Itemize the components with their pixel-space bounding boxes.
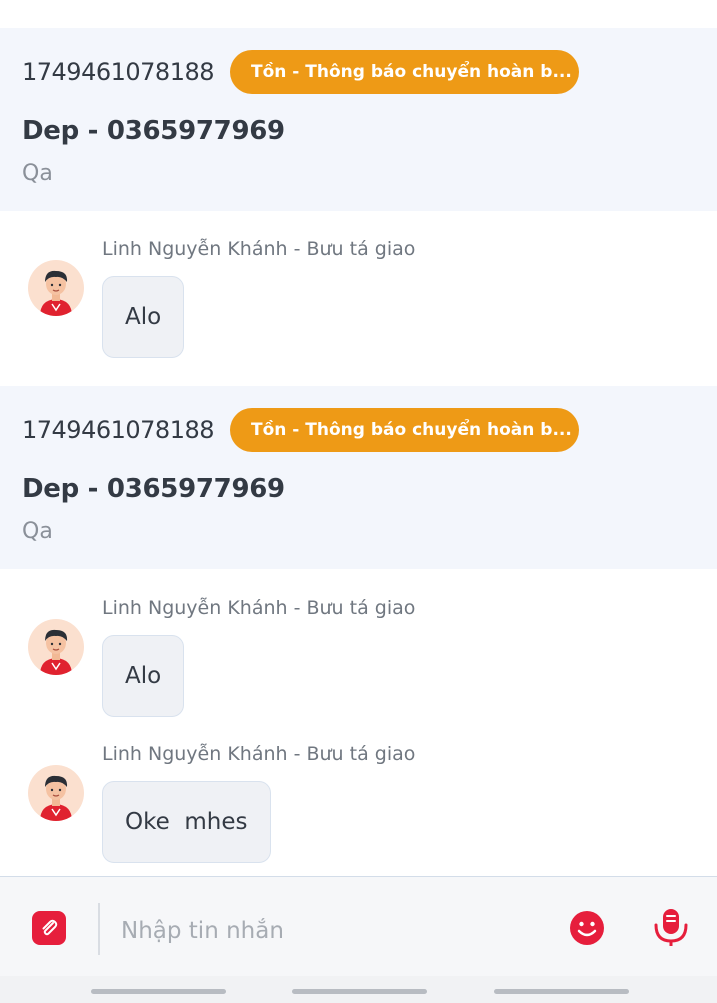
message-composer bbox=[0, 876, 717, 976]
order-header: 1749461078188 Tồn - Thông báo chuyển hoà… bbox=[22, 408, 580, 452]
order-card[interactable]: 1749461078188 Tồn - Thông báo chuyển hoà… bbox=[0, 28, 717, 211]
order-status-badge: Tồn - Thông báo chuyển hoàn b... bbox=[230, 408, 580, 452]
postman-avatar-icon bbox=[40, 629, 72, 675]
attachment-icon bbox=[42, 919, 58, 936]
composer-divider bbox=[98, 903, 100, 955]
system-nav-bar bbox=[0, 976, 717, 1003]
voice-button[interactable] bbox=[652, 907, 690, 947]
microphone-icon bbox=[654, 909, 688, 946]
nav-gesture-pill[interactable] bbox=[292, 989, 427, 994]
attachment-button[interactable] bbox=[32, 911, 66, 945]
sender-name: Linh Nguyễn Khánh - Bưu tá giao bbox=[102, 597, 416, 619]
order-note: Qa bbox=[22, 519, 53, 544]
nav-gesture-pill[interactable] bbox=[91, 989, 226, 994]
order-customer: Dep - 0365977969 bbox=[22, 116, 285, 146]
order-customer: Dep - 0365977969 bbox=[22, 474, 285, 504]
avatar bbox=[28, 619, 84, 675]
order-card[interactable]: 1749461078188 Tồn - Thông báo chuyển hoà… bbox=[0, 386, 717, 569]
nav-gesture-pill[interactable] bbox=[494, 989, 629, 994]
sender-name: Linh Nguyễn Khánh - Bưu tá giao bbox=[102, 238, 416, 260]
emoji-button[interactable] bbox=[569, 910, 605, 946]
message-bubble[interactable]: Alo bbox=[102, 276, 185, 358]
postman-avatar-icon bbox=[40, 775, 72, 821]
order-note: Qa bbox=[22, 161, 53, 186]
emoji-icon bbox=[570, 911, 604, 945]
chat-screen: 1749461078188 Tồn - Thông báo chuyển hoà… bbox=[0, 0, 717, 1003]
order-header: 1749461078188 Tồn - Thông báo chuyển hoà… bbox=[22, 50, 580, 94]
order-code: 1749461078188 bbox=[22, 58, 215, 86]
avatar bbox=[28, 765, 84, 821]
message-bubble[interactable]: Alo bbox=[102, 635, 185, 717]
message-input[interactable] bbox=[121, 911, 541, 951]
order-status-badge: Tồn - Thông báo chuyển hoàn b... bbox=[230, 50, 580, 94]
message-bubble[interactable]: Oke mhes bbox=[102, 781, 271, 863]
postman-avatar-icon bbox=[40, 270, 72, 316]
avatar bbox=[28, 260, 84, 316]
sender-name: Linh Nguyễn Khánh - Bưu tá giao bbox=[102, 743, 416, 765]
order-code: 1749461078188 bbox=[22, 416, 215, 444]
